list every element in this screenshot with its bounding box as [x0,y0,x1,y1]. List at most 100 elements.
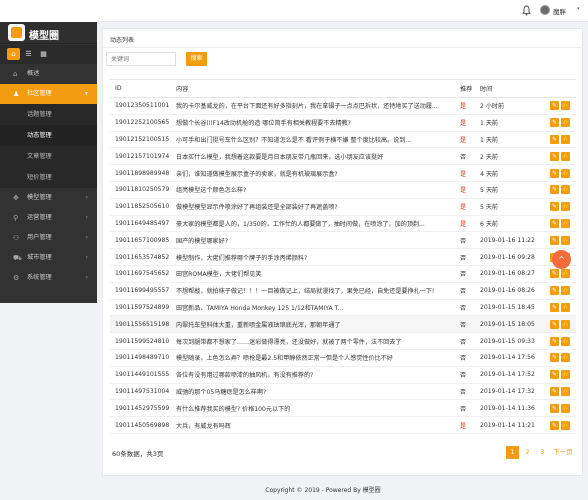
table-row[interactable]: 19011556515198 内翠托车型科体大重，重新喷金属液珐琅底光浑，那朝年通… [110,315,576,334]
edit-icon[interactable]: ✎ [550,403,559,413]
edit-icon[interactable]: ✎ [550,370,559,380]
cell-content: 做模型模型显示件喷涂好了再组装还是全部装好了再遮盖喷? [171,198,455,216]
thumbs-up-icon[interactable]: 👍 [561,370,570,380]
table-row[interactable]: 19011852505610 做模型模型显示件喷涂好了再组装还是全部装好了再遮盖喷… [110,198,576,216]
table-row[interactable]: 19011699495557 不想帮敲，就拍抹子做记！！！一目被做记上，结局就漫找… [110,282,576,300]
sidebar-item-models[interactable]: ✥ 模型管理 › [0,188,97,208]
edit-icon[interactable]: ✎ [550,286,559,296]
search-button[interactable]: 搜索 [186,52,207,66]
cell-recommend: 是 [455,215,475,233]
sidebar-item-users[interactable]: ⚇ 用户管理 › [0,228,97,248]
table-row[interactable]: 19011653574852 模型制作，大佬们推荐哪个牌子的手涂丙烯颜料? 否 201… [110,248,576,266]
sidebar: 模型圈 ⌂ ☰ ▦ ⌂ 概述 ♟ 社区管理 ▾ 话题管理 动态管理 文章管理 短… [0,0,97,303]
edit-icon[interactable]: ✎ [550,302,559,312]
edit-icon[interactable]: ✎ [550,118,559,128]
edit-icon[interactable]: ✎ [550,235,559,245]
edit-icon[interactable]: ✎ [550,353,559,363]
sidebar-subitem-short[interactable]: 短价管理 [0,167,97,188]
sidebar-item-system[interactable]: ⚙ 系统管理 › [0,268,97,288]
thumbs-up-icon[interactable]: 👍 [561,269,570,279]
edit-icon[interactable]: ✎ [550,151,559,161]
cell-id: 19011497531004 [110,383,171,401]
thumbs-up-icon[interactable]: 👍 [561,101,570,111]
edit-icon[interactable]: ✎ [550,185,559,195]
bell-icon[interactable] [522,5,531,16]
table-row[interactable]: 19011599524810 每次到腿带都不想家了……迷彩做得漂亮，还没做好，就被… [110,332,576,350]
search-input[interactable] [106,52,176,66]
thumbs-up-icon[interactable]: 👍 [561,218,570,228]
chevron-right-icon: › [85,254,88,261]
cell-actions: ✎👍 [545,366,576,384]
thumbs-up-icon[interactable]: 👍 [561,353,570,363]
edit-icon[interactable]: ✎ [550,168,559,178]
sidebar-subitem-articles[interactable]: 文章管理 [0,146,97,167]
edit-icon[interactable]: ✎ [550,420,559,430]
thumbs-up-icon[interactable]: 👍 [561,336,570,346]
edit-icon[interactable]: ✎ [550,336,559,346]
thumbs-up-icon[interactable]: 👍 [561,420,570,430]
sidebar-item-community[interactable]: ♟ 社区管理 ▾ [0,84,97,104]
chevron-right-icon: › [85,234,88,241]
grid-icon[interactable]: ▦ [37,48,50,60]
table-row[interactable]: 19011452975599 有什么推荐我买的模型? 价格100元以下的否 2019… [110,399,576,418]
avatar[interactable] [540,5,550,15]
cell-actions: ✎👍 [545,383,576,401]
edit-icon[interactable]: ✎ [550,218,559,228]
scroll-top-icon[interactable]: ^ [552,250,571,269]
sidebar-item-operations[interactable]: ⚲ 运营管理 › [0,208,97,228]
edit-icon[interactable]: ✎ [550,269,559,279]
edit-icon[interactable]: ✎ [550,101,559,111]
table-row[interactable]: 19011449101555 各位有没有用过哪款喷漆的抽风机，有没有推荐的? 否 20… [110,366,576,384]
thumbs-up-icon[interactable]: 👍 [561,386,570,396]
cell-content: 不想帮敲，就拍抹子做记！！！一目被做记上，结局就漫找了，果免已经，自免还是要挣扎… [171,282,455,300]
table-row[interactable]: 19011649485497 豪大家的模型都是人的，1/350的，工作忙的人都要做… [110,215,576,233]
sidebar-subitem-topics[interactable]: 话题管理 [0,104,97,125]
cell-recommend: 是 [455,198,475,216]
list-icon[interactable]: ☰ [22,48,35,60]
thumbs-up-icon[interactable]: 👍 [561,286,570,296]
edit-icon[interactable]: ✎ [550,134,559,144]
edit-icon[interactable]: ✎ [550,202,559,212]
home-icon[interactable]: ⌂ [7,48,20,60]
thumbs-up-icon[interactable]: 👍 [561,202,570,212]
chevron-down-icon[interactable]: ▾ [577,6,580,12]
table-row[interactable]: 19011497531004 威驰的那个05马糖痣是怎么样啊? 否 2019-01-1… [110,383,576,401]
chevron-down-icon: ▾ [84,90,88,97]
table-row[interactable]: 19011898989948 亲们，谁知道做模型展示盒子的卖家，就是有机玻璃展示盒… [110,164,576,182]
chevron-right-icon: › [85,214,88,221]
next-page-button[interactable]: 下一页 [552,446,574,459]
thumbs-up-icon[interactable]: 👍 [561,118,570,128]
thumbs-up-icon[interactable]: 👍 [561,403,570,413]
table-row[interactable]: 19012152100515 小可手和出门挺号车什么区别？不知道怎么是不 看评例于… [110,131,576,149]
sidebar-item-cities[interactable]: ⛟ 城市管理 › [0,248,97,268]
sidebar-item-overview[interactable]: ⌂ 概述 [0,64,97,84]
thumbs-up-icon[interactable]: 👍 [561,134,570,144]
thumbs-up-icon[interactable]: 👍 [561,302,570,312]
thumbs-up-icon[interactable]: 👍 [561,235,570,245]
table-row[interactable]: 19011697545652 田宫ROMA模型，大佬们帮见笑否 2019-01-16… [110,265,576,283]
user-name[interactable]: 魔胖 [553,6,566,16]
logo-icon [8,24,25,41]
edit-icon[interactable]: ✎ [550,319,559,329]
cell-time: 2019-01-14 17:52 [475,366,545,384]
thumbs-up-icon[interactable]: 👍 [561,319,570,329]
edit-icon[interactable]: ✎ [550,386,559,396]
cell-actions: ✎👍 [545,131,576,149]
page-3-button[interactable]: 3 [536,446,549,459]
table-row[interactable]: 19012157101974 日本买什么模型，我想着这款要是月日本朋友带几瓶回来，… [110,147,576,166]
table-row[interactable]: 19012252100565 想做个长谷川F14改动机舱的造 哪位简手有相关教程要… [110,114,576,132]
table-row[interactable]: 19011450569898 大兵，有威龙有吗辉是 2019-01-14 11:21… [110,416,576,434]
table-row[interactable]: 19011810250579 组亮模型这个颜色怎么样? 是 5 天前 ✎ 👍 [110,181,576,199]
thumbs-up-icon[interactable]: 👍 [561,151,570,161]
page-1-button[interactable]: 1 [506,446,519,459]
cell-actions: ✎👍 [545,164,576,182]
cell-recommend: 是 [455,164,475,182]
page-2-button[interactable]: 2 [521,446,534,459]
table-row[interactable]: 19011498489710 模型随录，上色怎么弄？喷枪是最2.5和甲醇依然正常一… [110,349,576,367]
table-row[interactable]: 19012350511001 我的卡尔基威龙的，在平台下面还有好多指刻片，我在拿镊… [110,97,576,115]
thumbs-up-icon[interactable]: 👍 [561,185,570,195]
sidebar-subitem-posts[interactable]: 动态管理 [0,125,97,146]
thumbs-up-icon[interactable]: 👍 [561,168,570,178]
table-row[interactable]: 19011657100985 国产的模型哪家好? 否 2019-01-16 11:22… [110,231,576,250]
table-row[interactable]: 19011597524899 田宫新品、TAMIYA Honda Monkey 1… [110,299,576,317]
